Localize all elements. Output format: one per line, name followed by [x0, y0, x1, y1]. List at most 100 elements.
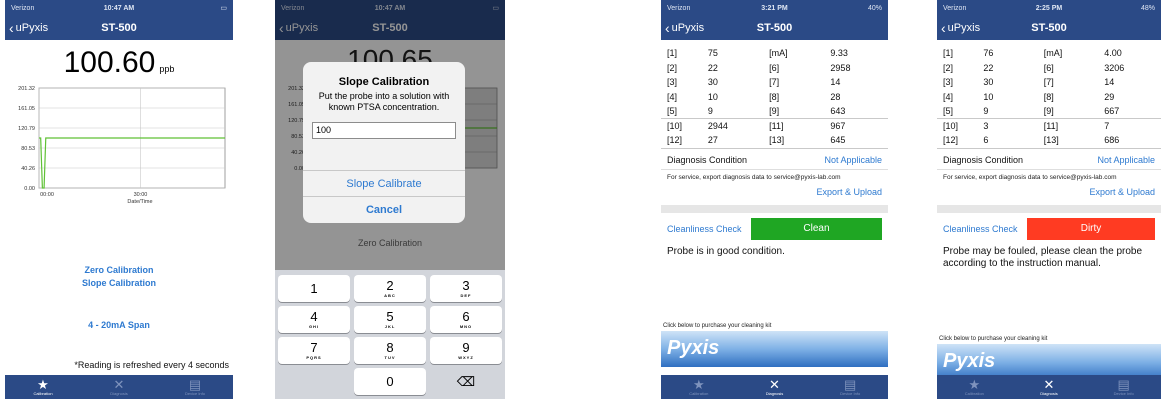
reading-chart: 0.00 40.26 80.53 120.79 161.05 201.32 00:00 30:… — [18, 86, 226, 205]
tab-bar: ★ Calibration ✕ Diagnosis ▤ Device Info — [661, 375, 888, 399]
tab-label: Calibration — [964, 391, 984, 396]
table-cell: [6] — [1043, 62, 1054, 73]
cleanliness-check-button[interactable]: Cleanliness Check — [943, 224, 1027, 234]
table-cell: 22 — [707, 62, 718, 73]
key-3[interactable]: 3 DEF — [430, 275, 502, 302]
slope-calibrate-button[interactable]: Slope Calibrate — [303, 170, 465, 196]
table-row: [4] 10 [8] 29 — [937, 90, 1161, 105]
cleanliness-check-button[interactable]: Cleanliness Check — [667, 224, 751, 234]
phone-calibration: Verizon 10:47 AM ▭ ‹ uPyxis ST-500 100.6… — [5, 0, 233, 399]
phone-diagnosis-dirty: Verizon 2:25 PM 48% ‹ uPyxis ST-500 [1] 7… — [937, 0, 1161, 399]
section-divider — [661, 204, 888, 213]
tab-label: Device Info — [840, 391, 861, 396]
key-6[interactable]: 6 MNO — [430, 306, 502, 333]
diagnosis-condition-row: Diagnosis Condition Not Applicable — [661, 149, 888, 170]
tab-calibration[interactable]: ★ Calibration — [661, 375, 737, 399]
diagnosis-condition-value[interactable]: Not Applicable — [824, 155, 882, 165]
status-bar: Verizon 3:21 PM 40% — [661, 0, 888, 16]
backspace-icon: ⌫ — [456, 374, 476, 389]
back-label: uPyxis — [947, 22, 981, 34]
key-5[interactable]: 5 JKL — [354, 306, 426, 333]
table-cell: 2944 — [701, 118, 764, 133]
table-cell: [2] — [667, 62, 678, 73]
key-8[interactable]: 8 TUV — [354, 337, 426, 364]
tab-diagnosis[interactable]: ✕ Diagnosis — [1012, 375, 1087, 399]
diagnosis-condition-value[interactable]: Not Applicable — [1097, 155, 1155, 165]
key-2[interactable]: 2 ABC — [354, 275, 426, 302]
table-row: [3] 30 [7] 14 — [937, 75, 1161, 90]
table-cell: 27 — [707, 135, 718, 146]
tab-diagnosis[interactable]: ✕ Diagnosis — [81, 375, 157, 399]
key-0[interactable]: 0 — [354, 368, 426, 395]
key-letters: JKL — [384, 324, 396, 329]
key-letters: ABC — [384, 293, 396, 298]
key-4[interactable]: 4 GHI — [278, 306, 350, 333]
table-cell: [11] — [1037, 118, 1099, 133]
cancel-button[interactable]: Cancel — [303, 196, 465, 222]
key-digit: 2 — [386, 278, 394, 293]
x-axis-label: Date/Time — [127, 199, 152, 205]
table-cell: [10] — [937, 118, 978, 133]
back-button[interactable]: ‹ uPyxis — [937, 21, 980, 35]
tab-label: Device Info — [184, 391, 205, 396]
key-letters: DEF — [460, 293, 472, 298]
key-letters: PQRS — [306, 355, 322, 360]
y-tick-label: 0.00 — [24, 186, 35, 192]
diagnosis-condition-row: Diagnosis Condition Not Applicable — [937, 149, 1161, 170]
key-1[interactable]: 1 — [278, 275, 350, 302]
tab-diagnosis[interactable]: ✕ Diagnosis — [737, 375, 813, 399]
tab-device-info[interactable]: ▤ Device Info — [157, 375, 233, 399]
zero-calibration-button[interactable]: Zero Calibration — [5, 265, 233, 275]
slope-calibration-button[interactable]: Slope Calibration — [5, 278, 233, 288]
tab-label: Diagnosis — [110, 391, 128, 396]
table-cell: 645 — [830, 135, 846, 146]
concentration-input[interactable]: 100 — [312, 122, 456, 139]
table-cell: 2958 — [830, 62, 851, 73]
table-cell: 4.00 — [1104, 48, 1122, 59]
table-cell: [7] — [1043, 77, 1054, 88]
chevron-left-icon: ‹ — [665, 20, 670, 36]
back-label: uPyxis — [671, 22, 705, 34]
table-cell: [5] — [667, 106, 678, 116]
back-button[interactable]: ‹ uPyxis — [5, 21, 48, 35]
table-cell: [12] — [943, 135, 959, 146]
x-tick-label: 30:00 — [134, 192, 148, 198]
span-button[interactable]: 4 - 20mA Span — [5, 320, 233, 330]
table-cell: 7 — [1098, 118, 1161, 133]
key-digit: 8 — [386, 340, 394, 355]
tab-device-info[interactable]: ▤ Device Info — [1086, 375, 1161, 399]
back-button[interactable]: ‹ uPyxis — [661, 21, 704, 35]
table-cell: 30 — [707, 77, 718, 88]
diagnosis-condition-label: Diagnosis Condition — [667, 154, 748, 165]
table-row: [1] 75 [mA] 9.33 — [661, 46, 888, 61]
refresh-note: *Reading is refreshed every 4 seconds — [74, 360, 229, 370]
status-bar: Verizon 10:47 AM ▭ — [5, 0, 233, 16]
tab-bar: ★ Calibration ✕ Diagnosis ▤ Device Info — [5, 375, 233, 399]
cleanliness-status-badge: Clean — [751, 217, 882, 240]
document-icon: ▤ — [1117, 377, 1130, 392]
cleaning-kit-banner[interactable]: Pyxis — [661, 331, 888, 367]
table-cell: [1] — [943, 48, 954, 59]
key-letters: MNO — [459, 324, 473, 329]
key-blank — [278, 368, 350, 395]
banner-logo: Pyxis — [667, 337, 720, 359]
table-cell: 29 — [1104, 91, 1115, 102]
key-9[interactable]: 9 WXYZ — [430, 337, 502, 364]
tab-calibration[interactable]: ★ Calibration — [937, 375, 1012, 399]
status-bar: Verizon 2:25 PM 48% — [937, 0, 1161, 16]
tab-device-info[interactable]: ▤ Device Info — [812, 375, 888, 399]
backspace-key[interactable]: ⌫ — [430, 368, 502, 395]
service-text: For service, export diagnosis data to se… — [943, 173, 1117, 181]
reading-value: 100.60 — [63, 46, 156, 79]
table-cell: [5] — [943, 106, 954, 116]
export-upload-button[interactable]: Export & Upload — [937, 181, 1161, 197]
reading-display: 100.60 ppb — [5, 46, 233, 80]
key-7[interactable]: 7 PQRS — [278, 337, 350, 364]
key-letters: WXYZ — [458, 355, 474, 360]
cleanliness-status-badge: Dirty — [1027, 217, 1155, 240]
table-row: [4] 10 [8] 28 — [661, 90, 888, 105]
chevron-left-icon: ‹ — [941, 20, 946, 36]
tab-calibration[interactable]: ★ Calibration — [5, 375, 81, 399]
table-cell: [8] — [1043, 91, 1054, 102]
export-upload-button[interactable]: Export & Upload — [661, 181, 888, 197]
